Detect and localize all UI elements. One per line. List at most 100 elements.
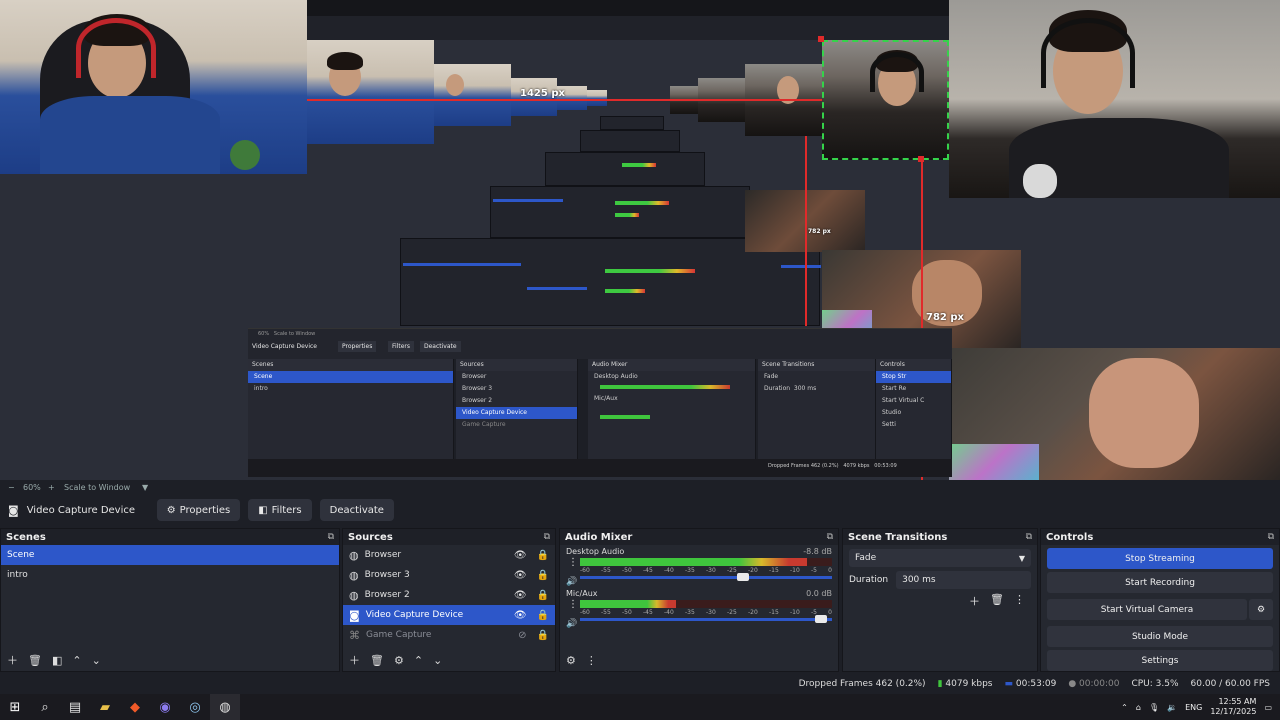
echo-desktop-audio: Desktop Audio bbox=[594, 373, 638, 380]
start-recording-button[interactable]: Start Recording bbox=[1047, 572, 1273, 593]
obs-icon[interactable]: ◍ bbox=[210, 694, 240, 720]
chevron-up-icon[interactable]: ⌃ bbox=[414, 654, 423, 667]
scale-mode-dropdown-icon[interactable]: ▼ bbox=[142, 483, 148, 492]
duration-input[interactable]: 300 ms bbox=[896, 571, 1031, 589]
selection-bounding-box[interactable] bbox=[822, 40, 949, 160]
dock-popout-icon[interactable]: ⧉ bbox=[328, 532, 334, 542]
zoom-plus[interactable]: + bbox=[48, 483, 55, 492]
scene-item[interactable]: intro bbox=[1, 565, 339, 585]
echo-status: Dropped Frames 462 (0.2%) 4079 kbps 00:5… bbox=[768, 463, 897, 469]
lock-icon[interactable]: 🔒 bbox=[537, 610, 549, 621]
nested-cam-5 bbox=[587, 90, 607, 106]
add-icon[interactable]: ＋ bbox=[969, 593, 980, 609]
clock-date: 12/17/2025 bbox=[1210, 707, 1257, 716]
meter-tick: -20 bbox=[748, 609, 758, 616]
lock-icon[interactable]: 🔒 bbox=[537, 550, 549, 561]
dock-popout-icon[interactable]: ⧉ bbox=[544, 532, 550, 542]
brave-browser-icon[interactable]: ◆ bbox=[120, 694, 150, 720]
nested-cam-2 bbox=[434, 64, 511, 126]
volume-slider[interactable] bbox=[580, 573, 832, 581]
nested-obs-screenshot: 60% Scale to Window Video Capture Device… bbox=[248, 328, 952, 477]
add-icon[interactable]: ＋ bbox=[7, 652, 18, 668]
settings-button[interactable]: Settings bbox=[1047, 650, 1273, 671]
properties-button[interactable]: ⚙ Properties bbox=[156, 499, 241, 521]
meter-ticks: -60 -55 -50 -45 -40 -35 -30 -25 -20 -15 -10 -5 0 bbox=[580, 567, 832, 574]
echo-mixer-title: Audio Mixer bbox=[588, 359, 755, 371]
source-item[interactable]: ◍ Browser 2 👁 🔒 bbox=[343, 585, 555, 605]
filters-button[interactable]: ◧ Filters bbox=[248, 499, 312, 521]
resize-handle[interactable] bbox=[918, 156, 924, 162]
source-item[interactable]: ⌘ Game Capture ⊘ 🔒 bbox=[343, 625, 555, 645]
channel-menu-icon[interactable]: ⋮ bbox=[568, 557, 578, 568]
eye-hidden-icon[interactable]: ⊘ bbox=[518, 630, 526, 641]
clock[interactable]: 12:55 AM 12/17/2025 bbox=[1210, 697, 1256, 717]
task-view-icon[interactable]: ▤ bbox=[60, 694, 90, 720]
channel-menu-icon[interactable]: ⋮ bbox=[568, 599, 578, 610]
chevron-down-icon[interactable]: ⌄ bbox=[92, 654, 101, 667]
gear-icon[interactable]: ⚙ bbox=[394, 654, 404, 667]
source-item[interactable]: ◙ Video Capture Device 👁 🔒 bbox=[343, 605, 555, 625]
network-icon[interactable]: ⌂ bbox=[1136, 703, 1141, 712]
dock-popout-icon[interactable]: ⧉ bbox=[1026, 532, 1032, 542]
deactivate-button[interactable]: Deactivate bbox=[319, 499, 394, 521]
menu-dots-icon[interactable]: ⋮ bbox=[1014, 593, 1025, 609]
eye-icon[interactable]: 👁 bbox=[514, 610, 527, 621]
echo-scenes-title: Scenes bbox=[248, 359, 453, 371]
scene-transitions-dock: Scene Transitions ⧉ Fade ▼ Duration 300 ms… bbox=[842, 528, 1038, 672]
channel-name: Mic/Aux bbox=[566, 589, 598, 598]
trash-icon[interactable]: 🗑 bbox=[370, 654, 384, 667]
echo-source-name: Video Capture Device bbox=[252, 343, 318, 350]
source-item[interactable]: ◍ Browser 3 👁 🔒 bbox=[343, 565, 555, 585]
chevron-down-icon[interactable]: ⌄ bbox=[433, 654, 442, 667]
channel-name: Desktop Audio bbox=[566, 547, 625, 556]
search-icon[interactable]: ⌕ bbox=[30, 694, 60, 720]
speaker-icon[interactable]: 🔊 bbox=[566, 619, 577, 629]
file-explorer-icon[interactable]: ▰ bbox=[90, 694, 120, 720]
start-virtual-camera-button[interactable]: Start Virtual Camera bbox=[1047, 599, 1247, 620]
source-item[interactable]: ◍ Browser 👁 🔒 bbox=[343, 545, 555, 565]
scene-item[interactable]: Scene bbox=[1, 545, 339, 565]
add-icon[interactable]: ＋ bbox=[349, 652, 360, 668]
stop-streaming-button[interactable]: Stop Streaming bbox=[1047, 548, 1273, 569]
resize-handle[interactable] bbox=[818, 36, 824, 42]
windows-start-icon[interactable]: ⊞ bbox=[0, 694, 30, 720]
trash-icon[interactable]: 🗑 bbox=[990, 593, 1004, 609]
meter-tick: -30 bbox=[706, 609, 716, 616]
lock-icon[interactable]: 🔒 bbox=[537, 570, 549, 581]
microphone-icon[interactable]: 🎙 bbox=[1149, 703, 1159, 712]
camera-icon: ◙ bbox=[8, 503, 19, 517]
chevron-down-icon: ▼ bbox=[1018, 553, 1025, 563]
preview-canvas[interactable]: 1425 px 782 px 782 px 60% Scale to Windo… bbox=[0, 0, 1280, 480]
transition-select[interactable]: Fade ▼ bbox=[849, 549, 1031, 567]
trash-icon[interactable]: 🗑 bbox=[28, 654, 42, 667]
chevron-up-icon[interactable]: ⌃ bbox=[1121, 703, 1128, 712]
filter-icon[interactable]: ◧ bbox=[52, 654, 62, 667]
eye-icon[interactable]: 👁 bbox=[514, 550, 527, 561]
eye-icon[interactable]: 👁 bbox=[514, 570, 527, 581]
dock-popout-icon[interactable]: ⧉ bbox=[827, 532, 833, 542]
cpu-usage: CPU: 3.5% bbox=[1131, 679, 1179, 689]
steam-icon[interactable]: ◎ bbox=[180, 694, 210, 720]
virtual-camera-settings-icon[interactable]: ⚙ bbox=[1249, 599, 1273, 620]
lock-icon[interactable]: 🔒 bbox=[537, 590, 549, 601]
meter-tick: -5 bbox=[811, 567, 817, 574]
chevron-up-icon[interactable]: ⌃ bbox=[72, 654, 81, 667]
zoom-minus[interactable]: − bbox=[8, 483, 15, 492]
discord-icon[interactable]: ◉ bbox=[150, 694, 180, 720]
dock-popout-icon[interactable]: ⧉ bbox=[1268, 532, 1274, 542]
volume-slider[interactable] bbox=[580, 615, 832, 623]
speaker-icon[interactable]: 🔊 bbox=[566, 577, 577, 587]
studio-mode-button[interactable]: Studio Mode bbox=[1047, 626, 1273, 647]
lock-icon[interactable]: 🔒 bbox=[537, 630, 549, 641]
meter-tick: 0 bbox=[828, 567, 832, 574]
language-indicator[interactable]: ENG bbox=[1185, 703, 1202, 712]
notification-icon[interactable]: ▭ bbox=[1264, 703, 1272, 712]
sources-dock: Sources ⧉ ◍ Browser 👁 🔒 ◍ Browser 3 👁 🔒 ◍ Brow… bbox=[342, 528, 556, 672]
record-icon: ● bbox=[1068, 679, 1077, 689]
scale-mode-label: Scale to Window bbox=[64, 483, 131, 492]
menu-dots-icon[interactable]: ⋮ bbox=[586, 654, 597, 667]
webcam-right bbox=[949, 0, 1280, 198]
eye-icon[interactable]: 👁 bbox=[514, 590, 527, 601]
volume-icon[interactable]: 🔉 bbox=[1167, 703, 1177, 712]
gear-link-icon[interactable]: ⚙ bbox=[566, 654, 576, 667]
